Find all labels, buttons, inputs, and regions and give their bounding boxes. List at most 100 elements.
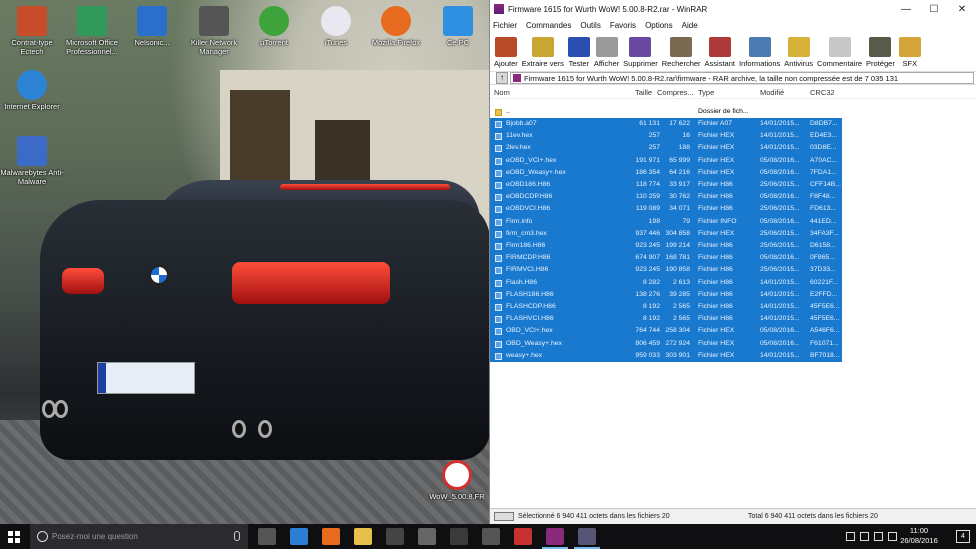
app-icon[interactable] bbox=[482, 528, 500, 545]
file-row[interactable]: eOBDVCI.H86 119 089 34 071 Fichier H86 25/06… bbox=[490, 203, 842, 216]
clock[interactable]: 11:00 26/08/2016 bbox=[894, 526, 944, 546]
column-packed[interactable]: Compres... bbox=[657, 88, 694, 97]
menu-aide[interactable]: Aide bbox=[682, 21, 698, 30]
toolbar-label: Informations bbox=[738, 59, 781, 68]
toolbar-test-button[interactable]: Tester bbox=[566, 32, 592, 68]
toolbar-delete-button[interactable]: Supprimer bbox=[621, 32, 660, 68]
drive-icon[interactable] bbox=[494, 512, 514, 521]
desktop-icon-wow[interactable]: WoW_5.00.8.FR bbox=[425, 460, 489, 501]
volume-icon[interactable] bbox=[874, 532, 883, 541]
file-explorer-icon[interactable] bbox=[354, 528, 372, 545]
file-row[interactable]: 2lev.hex 257 188 Fichier HEX 14/01/2015... 03… bbox=[490, 142, 842, 155]
toolbar-label: Protéger bbox=[866, 59, 895, 68]
firefox-icon[interactable] bbox=[322, 528, 340, 545]
desktop-icon-nelsonic[interactable]: Nelsonic... bbox=[120, 6, 184, 47]
file-row[interactable]: OBD_VCI+.hex 764 744 258 304 Fichier HEX 05/… bbox=[490, 325, 842, 338]
file-row[interactable]: FIRMCDP.H86 674 907 168 781 Fichier H86 05/0… bbox=[490, 252, 842, 265]
file-icon bbox=[495, 121, 502, 128]
desktop-icon-ie[interactable]: Internet Explorer bbox=[0, 70, 64, 111]
toolbar-extract-button[interactable]: Extraire vers bbox=[520, 32, 566, 68]
parent-folder-row[interactable]: .. Dossier de fich... bbox=[490, 106, 842, 118]
menu-fichier[interactable]: Fichier bbox=[493, 21, 517, 30]
desktop-icon-killer[interactable]: Killer Network Manager bbox=[182, 6, 246, 56]
store-icon[interactable] bbox=[386, 528, 404, 545]
toolbar-label: Ajouter bbox=[494, 59, 518, 68]
cell-name: Flash.H86 bbox=[506, 278, 537, 286]
toolbar-comment-button[interactable]: Commentaire bbox=[815, 32, 864, 68]
desktop-icon-contrat[interactable]: Contrat-type Ectech bbox=[0, 6, 64, 56]
wow-icon[interactable] bbox=[514, 528, 532, 545]
edge-icon[interactable] bbox=[290, 528, 308, 545]
file-row[interactable]: Firm186.H86 923 245 199 214 Fichier H86 25/0… bbox=[490, 240, 842, 253]
toolbar-add-button[interactable]: Ajouter bbox=[492, 32, 520, 68]
file-row[interactable]: FLASHCDP.H86 8 192 2 565 Fichier H86 14/01/2… bbox=[490, 301, 842, 314]
file-icon bbox=[495, 243, 502, 250]
address-field[interactable]: Firmware 1615 for Wurth WoW! 5.00.8-R2.r… bbox=[510, 72, 974, 84]
toolbar-wizard-button[interactable]: Assistant bbox=[703, 32, 737, 68]
file-row[interactable]: FLASH186.H86 138 276 39 285 Fichier H86 14/0… bbox=[490, 288, 842, 301]
network-icon[interactable] bbox=[860, 532, 869, 541]
file-row[interactable]: Flash.H86 8 282 2 613 Fichier H86 14/01/2015… bbox=[490, 276, 842, 289]
minimize-button[interactable]: — bbox=[892, 4, 920, 15]
toolbar-label: Rechercher bbox=[661, 59, 701, 68]
calculator-icon[interactable] bbox=[450, 528, 468, 545]
file-row[interactable]: OBD_Weasy+.hex 806 459 272 924 Fichier HEX 0… bbox=[490, 337, 842, 350]
close-button[interactable]: ✕ bbox=[948, 4, 976, 15]
file-row[interactable]: FLASHVCI.H86 8 192 2 565 Fichier H86 14/01/2… bbox=[490, 313, 842, 326]
file-list[interactable]: .. Dossier de fich... Bjobb.a07 61 131 17 … bbox=[490, 108, 976, 505]
toolbar-sfx-button[interactable]: SFX bbox=[897, 32, 923, 68]
toolbar-info-button[interactable]: Informations bbox=[737, 32, 782, 68]
exhaust-pipe bbox=[258, 420, 272, 438]
desktop-icon-malwarebytes[interactable]: Malwarebytes Anti-Malware bbox=[0, 136, 64, 186]
file-row[interactable]: FIRMVCI.H86 923 245 190 858 Fichier H86 25/0… bbox=[490, 264, 842, 277]
windows-start-icon[interactable] bbox=[8, 531, 20, 543]
toolbar-find-button[interactable]: Rechercher bbox=[660, 32, 703, 68]
cell-modified: 05/08/2016... bbox=[760, 217, 800, 225]
menu-options[interactable]: Options bbox=[645, 21, 673, 30]
winrar-icon[interactable] bbox=[542, 528, 568, 549]
cell-packed: 2 565 bbox=[672, 303, 690, 310]
monitor-icon[interactable] bbox=[574, 528, 600, 549]
file-row[interactable]: eOBD186.H86 118 774 33 917 Fichier H86 25/06… bbox=[490, 179, 842, 192]
killer-icon[interactable] bbox=[418, 528, 436, 545]
cell-packed: 79 bbox=[682, 217, 690, 225]
desktop-icon-office[interactable]: Microsoft Office Professionnel... bbox=[60, 6, 124, 56]
notification-icon[interactable]: 4 bbox=[956, 530, 970, 543]
menu-outils[interactable]: Outils bbox=[580, 21, 600, 30]
desktop-icon-label: Mozilla Firefox bbox=[371, 38, 421, 47]
desktop-icon-utorrent[interactable]: µTorrent bbox=[242, 6, 306, 47]
file-row[interactable]: Firm.info 198 79 Fichier INFO 05/08/2016... 4… bbox=[490, 215, 842, 228]
cell-modified: 14/01/2015... bbox=[760, 303, 800, 310]
search-box[interactable]: Posez-moi une question bbox=[30, 524, 248, 549]
protect-icon bbox=[869, 37, 892, 57]
column-modified[interactable]: Modifié bbox=[760, 88, 784, 97]
menu-commandes[interactable]: Commandes bbox=[526, 21, 571, 30]
toolbar-view-button[interactable]: Afficher bbox=[592, 32, 621, 68]
microphone-icon[interactable] bbox=[234, 531, 240, 541]
file-row[interactable]: eOBD_VCI+.hex 191 971 65 999 Fichier HEX 05/… bbox=[490, 154, 842, 167]
title-bar[interactable]: Firmware 1615 for Wurth WoW! 5.00.8-R2.r… bbox=[490, 0, 976, 18]
menu-favoris[interactable]: Favoris bbox=[610, 21, 636, 30]
column-type[interactable]: Type bbox=[698, 88, 714, 97]
column-crc[interactable]: CRC32 bbox=[810, 88, 835, 97]
file-row[interactable]: Bjobb.a07 61 131 17 622 Fichier A07 14/01/20… bbox=[490, 118, 842, 131]
file-row[interactable]: 11ev.hex 257 16 Fichier HEX 14/01/2015... ED4… bbox=[490, 130, 842, 143]
tray-chevron-icon[interactable] bbox=[846, 532, 855, 541]
desktop-icon-itunes[interactable]: iTunes bbox=[304, 6, 368, 47]
up-folder-button[interactable]: ↑ bbox=[496, 72, 508, 84]
column-size[interactable]: Taille bbox=[635, 88, 652, 97]
desktop-icon-this-pc[interactable]: Ce PC bbox=[426, 6, 490, 47]
file-icon bbox=[495, 291, 502, 299]
cell-name: eOBDVCI.H86 bbox=[506, 205, 551, 213]
task-view-icon[interactable] bbox=[258, 528, 276, 545]
toolbar-antivirus-button[interactable]: Antivirus bbox=[782, 32, 815, 68]
file-row[interactable]: firm_cm3.hex 937 446 304 858 Fichier HEX 25/… bbox=[490, 227, 842, 240]
maximize-button[interactable]: ☐ bbox=[920, 4, 948, 15]
desktop-icon-firefox[interactable]: Mozilla Firefox bbox=[364, 6, 428, 47]
file-row[interactable]: eOBD_Weasy+.hex 186 354 64 216 Fichier HEX 0… bbox=[490, 166, 842, 179]
column-name[interactable]: Nom bbox=[494, 88, 510, 97]
file-row[interactable]: weasy+.hex 959 033 303 901 Fichier HEX 14/01… bbox=[490, 349, 842, 362]
toolbar-protect-button[interactable]: Protéger bbox=[864, 32, 897, 68]
file-row[interactable]: eOBDCDP.H86 110 259 30 762 Fichier H86 05/08… bbox=[490, 191, 842, 204]
cell-type: Fichier HEX bbox=[698, 168, 735, 176]
